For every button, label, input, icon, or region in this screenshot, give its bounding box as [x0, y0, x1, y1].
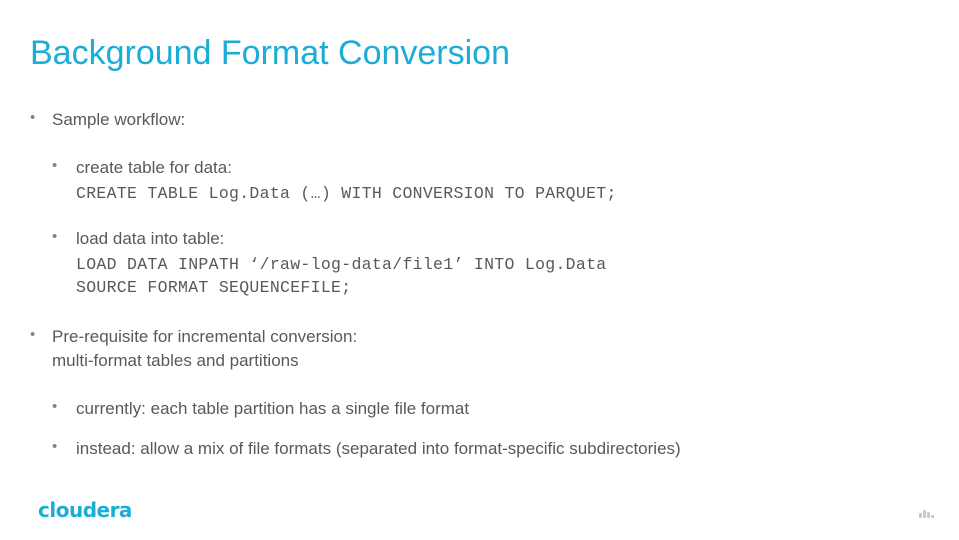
- code-load-data-line1: LOAD DATA INPATH ‘/raw-log-data/file1’ I…: [76, 255, 607, 274]
- bullet-marker-icon: •: [52, 438, 58, 455]
- slide-body: • Sample workflow: • create table for da…: [30, 108, 935, 463]
- bullet-instead: • instead: allow a mix of file formats (…: [52, 437, 935, 461]
- bullet-marker-icon: •: [52, 157, 58, 174]
- prereq-line-2: multi-format tables and partitions: [52, 351, 299, 370]
- prereq-line-1: Pre-requisite for incremental conversion…: [52, 327, 358, 346]
- bullet-load-data: • load data into table:: [52, 227, 935, 251]
- bullet-marker-icon: •: [52, 228, 58, 245]
- code-create-table: CREATE TABLE Log.Data (…) WITH CONVERSIO…: [76, 184, 617, 203]
- cloudera-logo: cloudera: [38, 498, 132, 522]
- bullet-marker-icon: •: [52, 398, 58, 415]
- bullet-sample-workflow: • Sample workflow:: [30, 108, 935, 132]
- bullet-label: currently: each table partition has a si…: [76, 399, 470, 418]
- page-title: Background Format Conversion: [30, 34, 511, 72]
- bullet-label: load data into table:: [76, 229, 225, 248]
- bullet-marker-icon: •: [30, 326, 36, 343]
- slide: Background Format Conversion • Sample wo…: [0, 0, 959, 540]
- bullet-marker-icon: •: [30, 109, 36, 126]
- bullet-create-table: • create table for data:: [52, 156, 935, 180]
- bullet-label: Pre-requisite for incremental conversion…: [52, 325, 935, 373]
- code-load-data-line2: SOURCE FORMAT SEQUENCEFILE;: [76, 278, 352, 297]
- bullet-prerequisite: • Pre-requisite for incremental conversi…: [30, 325, 935, 373]
- bullet-label: Sample workflow:: [52, 110, 186, 129]
- bullet-label: instead: allow a mix of file formats (se…: [76, 439, 681, 458]
- bars-icon: [919, 508, 934, 518]
- bullet-label: create table for data:: [76, 158, 232, 177]
- bullet-currently: • currently: each table partition has a …: [52, 397, 935, 421]
